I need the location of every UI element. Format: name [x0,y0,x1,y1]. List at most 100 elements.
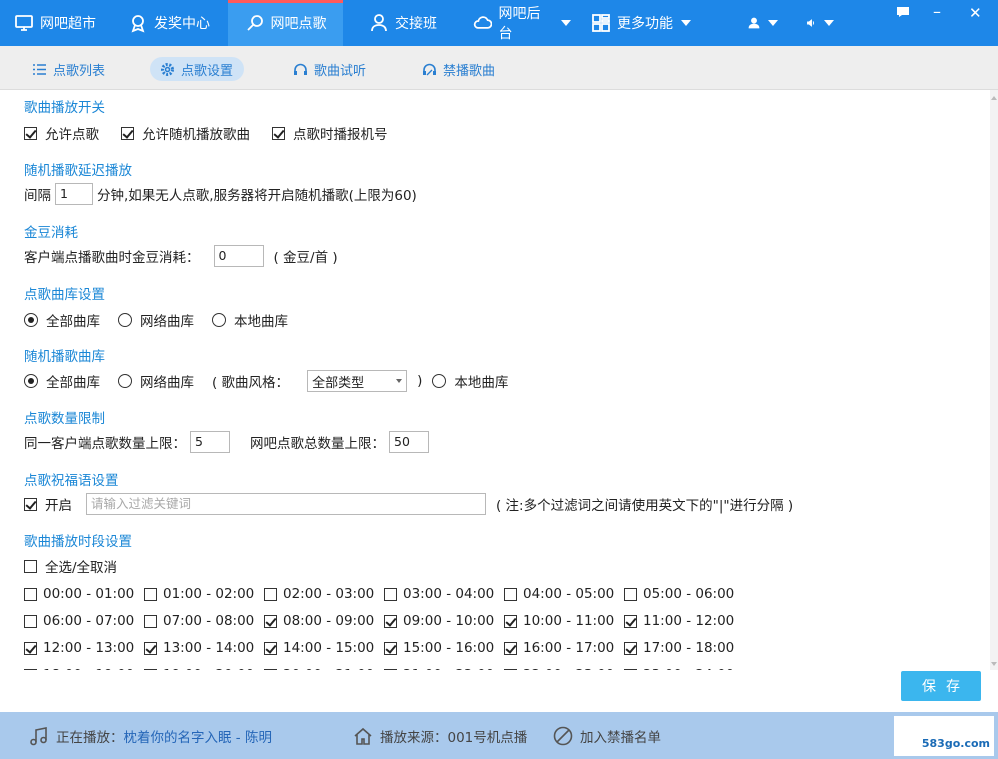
nav-item-more[interactable]: 更多功能 [581,0,701,46]
time-slot-checkbox[interactable] [624,668,637,670]
time-slot[interactable]: 20:00 - 21:00 [264,667,374,670]
save-button[interactable]: 保存 [901,671,981,701]
time-slot[interactable]: 14:00 - 15:00 [264,640,374,656]
time-slot-checkbox[interactable] [144,641,157,655]
nav-label: 网吧超市 [40,16,96,32]
time-slot-checkbox[interactable] [144,614,157,628]
scroll-down-icon[interactable] [991,662,997,666]
tab-preview[interactable]: 歌曲试听 [283,57,376,81]
select-all-row: 全选/全取消 [24,556,117,576]
time-slot-label: 14:00 - 15:00 [283,640,375,656]
close-button[interactable]: ✕ [969,5,982,21]
nav-item-supermarket[interactable]: 网吧超市 [0,0,110,46]
time-slot-checkbox[interactable] [24,614,37,628]
minimize-button[interactable]: – [933,4,941,20]
nav-item-music[interactable]: 网吧点歌 [228,0,343,46]
interval-input[interactable]: 1 [55,183,93,205]
time-slot[interactable]: 17:00 - 18:00 [624,640,734,656]
coin-cost-input[interactable]: 0 [213,245,264,267]
time-slot-checkbox[interactable] [384,668,397,670]
library-local-radio[interactable] [212,313,226,327]
time-slot[interactable]: 15:00 - 16:00 [384,640,494,656]
announce-seat-checkbox[interactable] [272,126,285,140]
time-slot[interactable]: 23:00 - 24:00 [624,667,734,670]
message-icon[interactable] [896,6,910,22]
time-slot-checkbox[interactable] [144,668,157,670]
time-slot[interactable]: 18:00 - 19:00 [24,667,134,670]
chevron-down-icon [768,20,778,26]
time-slot[interactable]: 10:00 - 11:00 [504,613,614,629]
time-slot[interactable]: 22:00 - 23:00 [504,667,614,670]
filter-keyword-input[interactable]: 请输入过滤关键词 [86,493,486,515]
time-slot-checkbox[interactable] [504,668,517,670]
time-slot-checkbox[interactable] [504,641,517,655]
blessing-enable-checkbox[interactable] [24,497,37,511]
random-library-all-radio[interactable] [24,374,38,388]
add-to-banlist-button[interactable]: 加入禁播名单 [552,712,661,759]
time-slot-checkbox[interactable] [504,587,517,601]
style-select[interactable]: 全部类型 [307,370,408,392]
chevron-down-icon [561,20,571,26]
tab-label: 禁播歌曲 [443,63,496,79]
watermark-text: 583go.com [921,737,990,750]
select-all-checkbox[interactable] [24,559,37,573]
allow-random-label: 允许随机播放歌曲 [142,127,250,143]
nav-item-backend[interactable]: 网吧后台 [463,0,581,46]
time-slot-checkbox[interactable] [384,587,397,601]
time-slot-checkbox[interactable] [144,587,157,601]
time-slot-checkbox[interactable] [264,614,277,628]
nav-item-awards[interactable]: 发奖中心 [110,0,228,46]
time-slot[interactable]: 01:00 - 02:00 [144,586,254,602]
time-slot-label: 08:00 - 09:00 [283,613,375,629]
volume-menu[interactable] [796,0,844,46]
allow-request-checkbox[interactable] [24,126,37,140]
library-local-label: 本地曲库 [234,314,288,330]
time-slot-checkbox[interactable] [24,641,37,655]
library-network-radio[interactable] [118,313,132,327]
time-slot-label: 07:00 - 08:00 [163,613,255,629]
time-slot[interactable]: 13:00 - 14:00 [144,640,254,656]
account-menu[interactable] [738,0,788,46]
total-limit-input[interactable]: 50 [389,431,429,453]
client-limit-input[interactable]: 5 [190,431,230,453]
time-slot-checkbox[interactable] [624,641,637,655]
time-slot[interactable]: 08:00 - 09:00 [264,613,374,629]
scroll-up-icon[interactable] [991,96,997,100]
section-title-blessing: 点歌祝福语设置 [24,473,119,489]
time-slot-checkbox[interactable] [624,587,637,601]
random-library-local-radio[interactable] [432,374,447,388]
time-slot[interactable]: 00:00 - 01:00 [24,586,134,602]
time-slot[interactable]: 16:00 - 17:00 [504,640,614,656]
time-slot[interactable]: 06:00 - 07:00 [24,613,134,629]
time-slot[interactable]: 12:00 - 13:00 [24,640,134,656]
nav-item-shift[interactable]: 交接班 [343,0,463,46]
time-slot[interactable]: 09:00 - 10:00 [384,613,494,629]
time-slot-checkbox[interactable] [264,668,277,670]
time-slot[interactable]: 04:00 - 05:00 [504,586,614,602]
random-library-network-radio[interactable] [118,374,132,388]
allow-random-checkbox[interactable] [121,126,134,140]
time-slot-checkbox[interactable] [264,587,277,601]
scrollbar[interactable] [990,90,998,670]
time-slot[interactable]: 11:00 - 12:00 [624,613,734,629]
time-slot-checkbox[interactable] [24,587,37,601]
settings-panel: 歌曲播放开关 允许点歌 允许随机播放歌曲 点歌时播报机号 随机播歌延迟播放 间隔… [0,90,990,670]
library-all-radio[interactable] [24,313,38,327]
tab-song-list[interactable]: 点歌列表 [22,57,115,81]
time-slot-label: 22:00 - 23:00 [523,667,614,670]
time-slot-checkbox[interactable] [624,614,637,628]
time-slot[interactable]: 07:00 - 08:00 [144,613,254,629]
time-slot-checkbox[interactable] [384,614,397,628]
user-icon [371,14,387,32]
time-slot[interactable]: 19:00 - 20:00 [144,667,254,670]
tab-banned[interactable]: 禁播歌曲 [412,57,505,81]
time-slot[interactable]: 05:00 - 06:00 [624,586,734,602]
time-slot-checkbox[interactable] [504,614,517,628]
time-slot[interactable]: 03:00 - 04:00 [384,586,494,602]
time-slot[interactable]: 02:00 - 03:00 [264,586,374,602]
time-slot[interactable]: 21:00 - 22:00 [384,667,494,670]
tab-settings[interactable]: 点歌设置 [150,57,244,81]
time-slot-checkbox[interactable] [384,641,397,655]
time-slot-checkbox[interactable] [264,641,277,655]
time-slot-checkbox[interactable] [24,668,37,670]
